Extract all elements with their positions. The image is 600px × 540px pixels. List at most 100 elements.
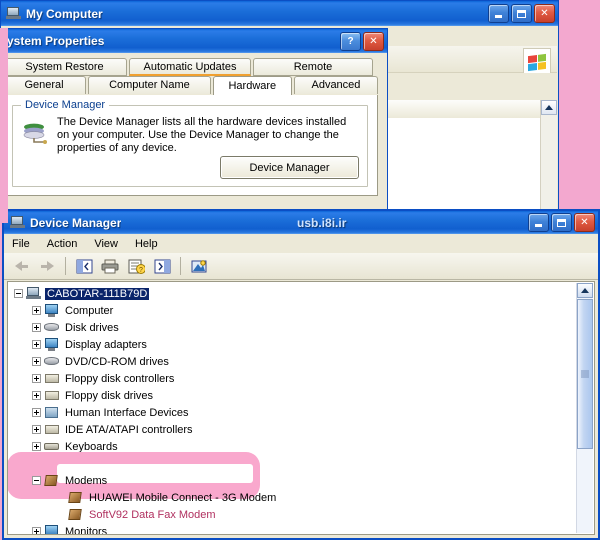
tab-strip-row-2[interactable]: General Computer Name Hardware Advanced: [2, 76, 378, 95]
tree-node-huawei-modem[interactable]: HUAWEI Mobile Connect - 3G Modem: [8, 489, 577, 506]
tree-node-modems[interactable]: Modems: [8, 472, 577, 489]
device-manager-menubar[interactable]: File Action View Help: [4, 234, 598, 253]
device-manager-description: The Device Manager lists all the hardwar…: [57, 116, 347, 154]
tree-node-label: CABOTAR-111B79D: [45, 287, 150, 300]
system-properties-title: System Properties: [0, 34, 105, 48]
properties-help-icon[interactable]: ?: [125, 256, 147, 277]
system-properties-titlebar[interactable]: System Properties ? ✕: [0, 29, 387, 53]
tree-node-floppy-disk-drives[interactable]: Floppy disk drives: [8, 387, 577, 404]
toolbar-separator: [65, 257, 66, 275]
expand-expander-icon[interactable]: [32, 527, 41, 534]
tab-system-restore[interactable]: System Restore: [2, 58, 127, 76]
tree-node-label: Floppy disk drives: [65, 389, 154, 402]
expand-expander-icon[interactable]: [32, 357, 41, 366]
device-manager-window[interactable]: Device Manager usb.i8i.ir ✕ File Action …: [2, 209, 600, 540]
toolbar-separator: [180, 257, 181, 275]
tree-node-label: Computer: [65, 304, 114, 317]
minimize-button[interactable]: [488, 4, 509, 23]
show-hide-console-tree-icon[interactable]: [73, 256, 95, 277]
collapse-expander-icon[interactable]: [14, 289, 23, 298]
system-properties-body: System Restore Automatic Updates Remote …: [0, 53, 386, 221]
tree-node-floppy-disk-controllers[interactable]: Floppy disk controllers: [8, 370, 577, 387]
menu-action[interactable]: Action: [47, 238, 78, 250]
tree-node-label: Display adapters: [65, 338, 147, 351]
modem-icon: [44, 473, 60, 488]
tree-node-label: IDE ATA/ATAPI controllers: [65, 423, 193, 436]
close-button[interactable]: ✕: [574, 213, 595, 232]
tree-node-softv92-modem[interactable]: SoftV92 Data Fax Modem: [8, 506, 577, 523]
device-manager-toolbar[interactable]: ?: [4, 253, 598, 280]
device-tree-list[interactable]: CABOTAR-111B79D Computer Disk drives Dis…: [8, 282, 577, 534]
expand-expander-icon[interactable]: [32, 425, 41, 434]
left-pink-strip: [0, 28, 8, 223]
minimize-button[interactable]: [528, 213, 549, 232]
expand-expander-icon[interactable]: [32, 408, 41, 417]
scroll-up-arrow-icon[interactable]: [577, 283, 593, 298]
tree-node-label: Floppy disk controllers: [65, 372, 175, 385]
forward-icon: [36, 256, 58, 277]
close-button[interactable]: ✕: [534, 4, 555, 23]
tab-general[interactable]: General: [2, 76, 87, 94]
expand-expander-icon[interactable]: [32, 306, 41, 315]
expand-expander-icon[interactable]: [32, 442, 41, 451]
scrollbar-thumb[interactable]: [577, 299, 593, 449]
tree-node-label: DVD/CD-ROM drives: [65, 355, 169, 368]
scrollbar-grip-icon: [581, 370, 589, 378]
close-button[interactable]: ✕: [363, 31, 384, 51]
my-computer-window-buttons: ✕: [488, 4, 558, 23]
device-manager-button[interactable]: Device Manager: [220, 156, 359, 179]
tree-node-display-adapters[interactable]: Display adapters: [8, 336, 577, 353]
collapse-expander-icon[interactable]: [32, 476, 41, 485]
system-properties-dialog[interactable]: System Properties ? ✕ System Restore Aut…: [0, 28, 388, 223]
tab-strip-row-1[interactable]: System Restore Automatic Updates Remote: [2, 58, 378, 76]
hid-icon: [44, 405, 60, 420]
tab-advanced[interactable]: Advanced: [293, 76, 378, 94]
tab-automatic-updates[interactable]: Automatic Updates: [129, 58, 251, 76]
tree-node-label: Keyboards: [65, 440, 118, 453]
watermark-text: usb.i8i.ir: [297, 215, 347, 230]
tree-node-root[interactable]: CABOTAR-111B79D: [8, 285, 577, 302]
maximize-button[interactable]: [511, 4, 532, 23]
expand-expander-icon[interactable]: [32, 340, 41, 349]
tree-node-computer[interactable]: Computer: [8, 302, 577, 319]
menu-view[interactable]: View: [94, 238, 118, 250]
tree-node-label: Modems: [65, 474, 108, 487]
system-properties-window-buttons: ? ✕: [340, 31, 387, 51]
my-computer-scrollbar[interactable]: [540, 100, 557, 216]
modem-icon: [68, 507, 84, 522]
menu-file[interactable]: File: [12, 238, 30, 250]
scan-for-hardware-changes-icon[interactable]: [188, 256, 210, 277]
tree-node-label: SoftV92 Data Fax Modem: [89, 508, 216, 521]
device-tree[interactable]: CABOTAR-111B79D Computer Disk drives Dis…: [7, 281, 595, 535]
expand-expander-icon[interactable]: [32, 391, 41, 400]
my-computer-title: My Computer: [26, 6, 103, 21]
device-tree-scrollbar[interactable]: [576, 283, 593, 533]
device-manager-group-label: Device Manager: [21, 99, 110, 111]
expand-expander-icon[interactable]: [32, 323, 41, 332]
my-computer-titlebar[interactable]: My Computer ✕: [1, 1, 558, 26]
tree-node-disk-drives[interactable]: Disk drives: [8, 319, 577, 336]
device-manager-titlebar[interactable]: Device Manager usb.i8i.ir ✕: [4, 211, 598, 234]
svg-text:?: ?: [139, 267, 143, 274]
tree-node-monitors[interactable]: Monitors: [8, 523, 577, 534]
my-computer-icon: [6, 6, 22, 22]
maximize-button[interactable]: [551, 213, 572, 232]
print-icon[interactable]: [99, 256, 121, 277]
tree-node-dvd-cdrom-drives[interactable]: DVD/CD-ROM drives: [8, 353, 577, 370]
tab-hardware[interactable]: Hardware: [212, 76, 292, 95]
tab-computer-name[interactable]: Computer Name: [88, 76, 211, 94]
floppy-drive-icon: [44, 388, 60, 403]
tab-remote[interactable]: Remote: [253, 58, 373, 76]
tree-node-human-interface-devices[interactable]: Human Interface Devices: [8, 404, 577, 421]
tree-node-label: HUAWEI Mobile Connect - 3G Modem: [89, 491, 277, 504]
device-manager-window-icon: [10, 215, 26, 231]
display-adapter-icon: [44, 337, 60, 352]
menu-help[interactable]: Help: [135, 238, 158, 250]
windows-flag-icon: [523, 48, 551, 76]
expand-expander-icon[interactable]: [32, 374, 41, 383]
properties-icon[interactable]: [151, 256, 173, 277]
tree-node-ide-controllers[interactable]: IDE ATA/ATAPI controllers: [8, 421, 577, 438]
tree-node-label: Disk drives: [65, 321, 119, 334]
scroll-up-arrow-icon[interactable]: [541, 100, 557, 115]
help-button[interactable]: ?: [340, 31, 361, 51]
